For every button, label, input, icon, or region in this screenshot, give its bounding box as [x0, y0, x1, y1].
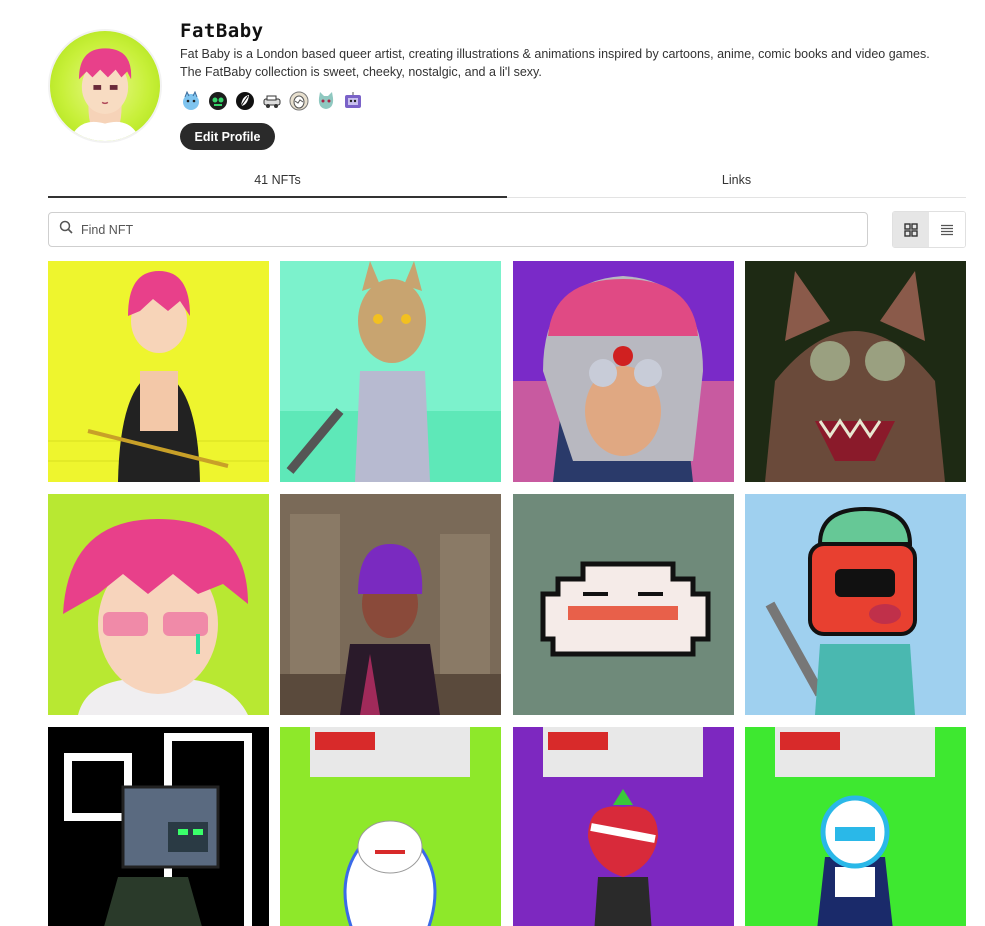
- view-toggle: [892, 211, 966, 248]
- profile-name: FatBaby: [180, 20, 264, 42]
- search-icon: [59, 220, 73, 239]
- profile-tabs: 41 NFTs Links: [48, 168, 966, 198]
- nft-card[interactable]: [744, 261, 966, 482]
- grid-icon: [904, 222, 918, 237]
- cat-face-badge-icon[interactable]: [315, 91, 336, 111]
- nft-card[interactable]: [744, 494, 966, 715]
- nft-card[interactable]: [48, 727, 269, 926]
- nft-card[interactable]: [280, 494, 502, 715]
- bio-line: The FatBaby collection is sweet, cheeky,…: [180, 65, 542, 79]
- profile-avatar: [48, 29, 162, 143]
- tv-robot-badge-icon[interactable]: [342, 91, 363, 111]
- car-badge-icon[interactable]: [261, 91, 282, 111]
- nft-card[interactable]: [512, 261, 734, 482]
- leaf-badge-icon[interactable]: [234, 91, 255, 111]
- egg-badge-icon[interactable]: [288, 91, 309, 111]
- bio-line: Fat Baby is a London based queer artist,…: [180, 47, 930, 61]
- nft-card[interactable]: [48, 494, 269, 715]
- cat-badge-icon[interactable]: [180, 91, 201, 111]
- tab-nfts[interactable]: 41 NFTs: [48, 168, 507, 198]
- nft-card[interactable]: [744, 727, 966, 926]
- nft-card[interactable]: [280, 261, 502, 482]
- list-view-button[interactable]: [929, 212, 965, 247]
- edit-profile-button[interactable]: Edit Profile: [180, 123, 275, 150]
- nft-card[interactable]: [48, 261, 269, 482]
- tab-links[interactable]: Links: [507, 168, 966, 197]
- badge-list: [180, 91, 363, 111]
- search-box: [48, 212, 868, 247]
- avatar-illustration: [69, 48, 141, 141]
- nft-card[interactable]: [512, 727, 734, 926]
- profile-bio: Fat Baby is a London based queer artist,…: [180, 45, 970, 81]
- grid-view-button[interactable]: [893, 212, 929, 247]
- nft-grid: [48, 261, 966, 926]
- nft-card[interactable]: [512, 494, 734, 715]
- nft-card[interactable]: [280, 727, 502, 926]
- search-input[interactable]: [81, 222, 841, 237]
- robot-badge-icon[interactable]: [207, 91, 228, 111]
- list-icon: [941, 224, 953, 235]
